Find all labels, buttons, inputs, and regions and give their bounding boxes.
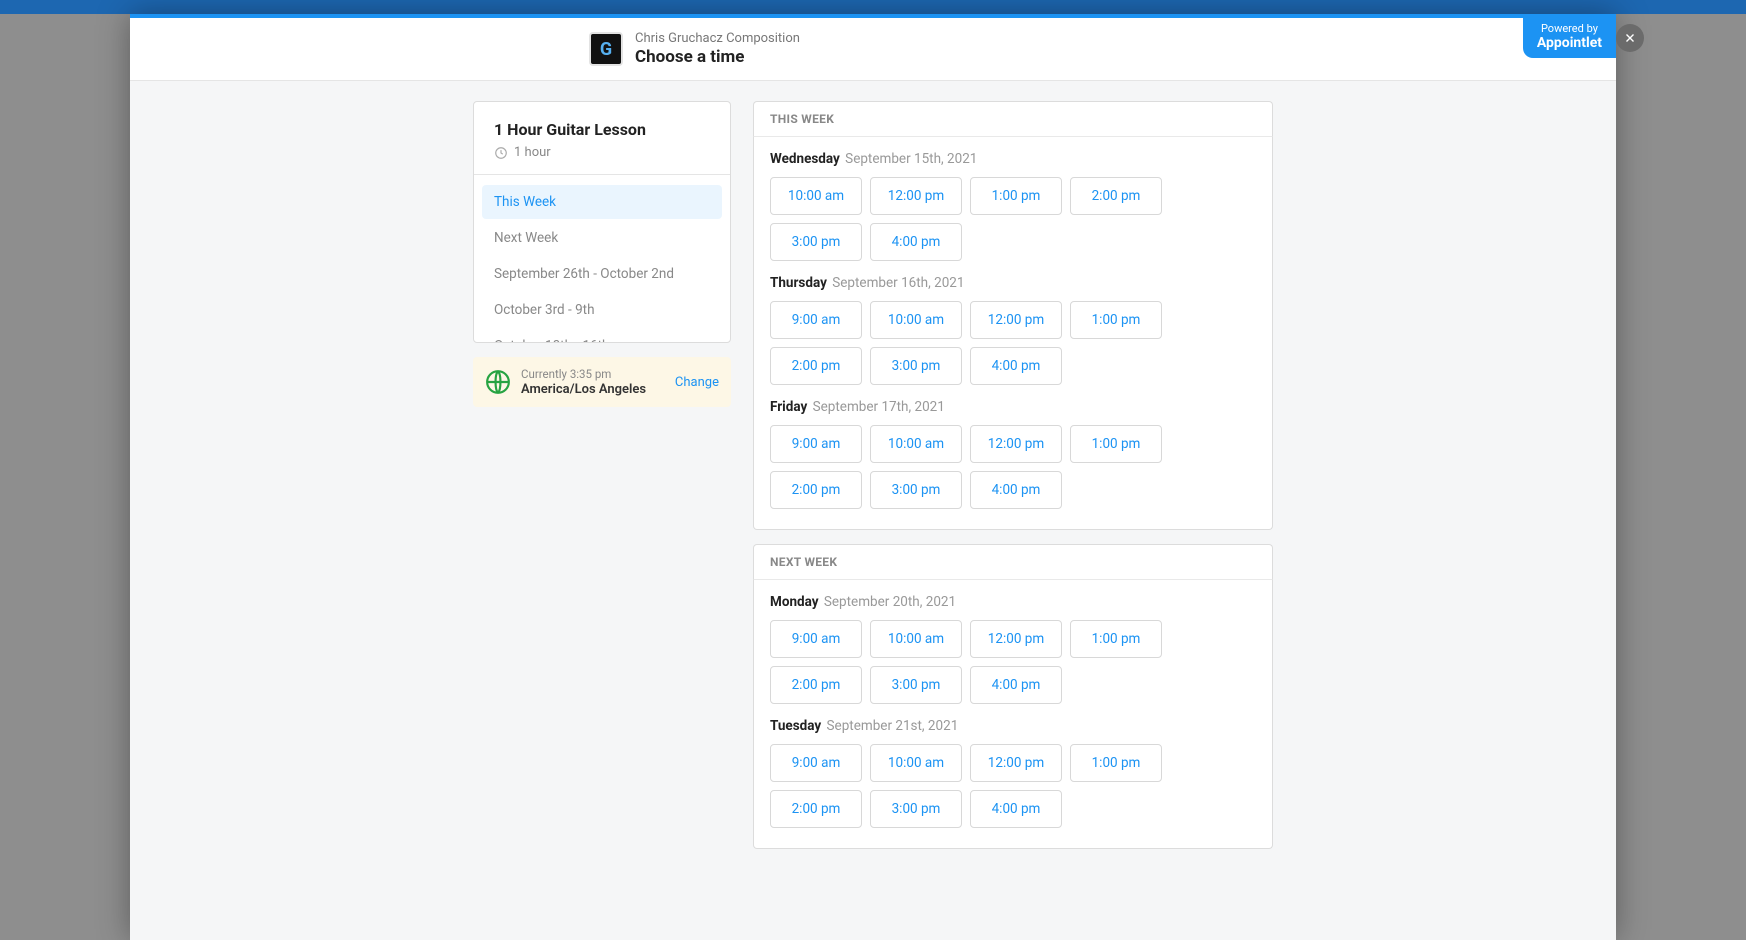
day-label: Tuesday September 21st, 2021 xyxy=(770,718,1256,734)
time-slot-button[interactable]: 10:00 am xyxy=(870,620,962,658)
time-slot-button[interactable]: 1:00 pm xyxy=(970,177,1062,215)
availability-day: Thursday September 16th, 2021 9:00 am10:0… xyxy=(770,275,1256,385)
time-slot-button[interactable]: 12:00 pm xyxy=(970,425,1062,463)
booking-modal: Powered by Appointlet G Chris Gruchacz C… xyxy=(130,14,1616,940)
background-topbar xyxy=(0,0,1746,14)
time-slot-button[interactable]: 2:00 pm xyxy=(770,790,862,828)
time-slot-button[interactable]: 3:00 pm xyxy=(870,790,962,828)
day-date: September 21st, 2021 xyxy=(823,718,958,734)
time-slot-button[interactable]: 1:00 pm xyxy=(1070,301,1162,339)
powered-by-brand: Appointlet xyxy=(1537,35,1602,52)
time-slot-button[interactable]: 10:00 am xyxy=(770,177,862,215)
day-date: September 17th, 2021 xyxy=(809,399,945,415)
time-slot-button[interactable]: 4:00 pm xyxy=(970,471,1062,509)
lesson-duration: 1 hour xyxy=(514,145,551,160)
time-slot-button[interactable]: 2:00 pm xyxy=(1070,177,1162,215)
time-slot-button[interactable]: 2:00 pm xyxy=(770,471,862,509)
timezone-box: Currently 3:35 pm America/Los Angeles Ch… xyxy=(473,357,731,407)
time-slot-button[interactable]: 2:00 pm xyxy=(770,666,862,704)
time-slot-button[interactable]: 4:00 pm xyxy=(970,790,1062,828)
globe-icon xyxy=(485,369,511,395)
week-list[interactable]: This WeekNext WeekSeptember 26th - Octob… xyxy=(474,174,730,342)
time-slot-button[interactable]: 2:00 pm xyxy=(770,347,862,385)
close-button[interactable] xyxy=(1616,24,1644,52)
time-slot-button[interactable]: 9:00 am xyxy=(770,301,862,339)
time-slot-button[interactable]: 9:00 am xyxy=(770,744,862,782)
availability-day: Monday September 20th, 2021 9:00 am10:00 … xyxy=(770,594,1256,704)
day-of-week: Tuesday xyxy=(770,718,821,734)
day-of-week: Thursday xyxy=(770,275,827,291)
day-date: September 16th, 2021 xyxy=(829,275,965,291)
time-slot-button[interactable]: 1:00 pm xyxy=(1070,425,1162,463)
time-slots: 9:00 am10:00 am12:00 pm1:00 pm 2:00 pm3:0… xyxy=(770,744,1256,828)
time-slot-button[interactable]: 4:00 pm xyxy=(970,347,1062,385)
section-body: Monday September 20th, 20219:00 am10:00 … xyxy=(753,579,1273,849)
close-icon xyxy=(1623,31,1637,45)
availability-day: Wednesday September 15th, 2021 10:00 am12… xyxy=(770,151,1256,261)
availability-section: THIS WEEK Wednesday September 15th, 2021 1… xyxy=(753,101,1273,530)
section-header: THIS WEEK xyxy=(753,101,1273,136)
modal-header: G Chris Gruchacz Composition Choose a ti… xyxy=(130,18,1616,81)
day-of-week: Monday xyxy=(770,594,819,610)
week-item[interactable]: October 10th - 16th xyxy=(482,329,722,342)
org-name: Chris Gruchacz Composition xyxy=(635,31,800,46)
clock-icon xyxy=(494,146,508,160)
time-slot-button[interactable]: 3:00 pm xyxy=(870,347,962,385)
day-date: September 15th, 2021 xyxy=(842,151,978,167)
main-scroll-area[interactable]: 1 Hour Guitar Lesson 1 hour This WeekNex… xyxy=(130,81,1616,940)
time-slot-button[interactable]: 10:00 am xyxy=(870,425,962,463)
section-body: Wednesday September 15th, 202110:00 am12… xyxy=(753,136,1273,530)
section-header: NEXT WEEK xyxy=(753,544,1273,579)
page-title: Choose a time xyxy=(635,47,800,67)
day-label: Friday September 17th, 2021 xyxy=(770,399,1256,415)
change-timezone-button[interactable]: Change xyxy=(675,375,719,390)
powered-by-prefix: Powered by xyxy=(1537,22,1602,35)
day-label: Monday September 20th, 2021 xyxy=(770,594,1256,610)
org-logo-letter: G xyxy=(600,39,612,60)
time-slot-button[interactable]: 12:00 pm xyxy=(970,620,1062,658)
time-slots: 9:00 am10:00 am12:00 pm1:00 pm 2:00 pm3:0… xyxy=(770,301,1256,385)
time-slot-button[interactable]: 1:00 pm xyxy=(1070,620,1162,658)
week-item[interactable]: This Week xyxy=(482,185,722,219)
day-label: Wednesday September 15th, 2021 xyxy=(770,151,1256,167)
time-slot-button[interactable]: 1:00 pm xyxy=(1070,744,1162,782)
availability-day: Friday September 17th, 2021 9:00 am10:00 … xyxy=(770,399,1256,509)
timezone-name: America/Los Angeles xyxy=(521,382,665,397)
availability-section: NEXT WEEK Monday September 20th, 2021 9:00… xyxy=(753,544,1273,849)
time-slot-button[interactable]: 10:00 am xyxy=(870,744,962,782)
time-slots: 9:00 am10:00 am12:00 pm1:00 pm 2:00 pm3:0… xyxy=(770,425,1256,509)
time-slot-button[interactable]: 12:00 pm xyxy=(970,744,1062,782)
day-date: September 20th, 2021 xyxy=(821,594,957,610)
week-item[interactable]: September 26th - October 2nd xyxy=(482,257,722,291)
availability-main: THIS WEEK Wednesday September 15th, 2021 1… xyxy=(753,101,1273,863)
time-slot-button[interactable]: 9:00 am xyxy=(770,620,862,658)
week-item[interactable]: October 3rd - 9th xyxy=(482,293,722,327)
week-item[interactable]: Next Week xyxy=(482,221,722,255)
time-slots: 9:00 am10:00 am12:00 pm1:00 pm 2:00 pm3:0… xyxy=(770,620,1256,704)
time-slot-button[interactable]: 3:00 pm xyxy=(770,223,862,261)
day-of-week: Wednesday xyxy=(770,151,840,167)
time-slot-button[interactable]: 3:00 pm xyxy=(870,471,962,509)
time-slot-button[interactable]: 12:00 pm xyxy=(870,177,962,215)
time-slot-button[interactable]: 4:00 pm xyxy=(870,223,962,261)
lesson-card: 1 Hour Guitar Lesson 1 hour This WeekNex… xyxy=(473,101,731,343)
timezone-current-time: Currently 3:35 pm xyxy=(521,367,665,381)
lesson-title: 1 Hour Guitar Lesson xyxy=(494,120,710,139)
time-slot-button[interactable]: 10:00 am xyxy=(870,301,962,339)
org-logo: G xyxy=(589,32,623,66)
availability-day: Tuesday September 21st, 2021 9:00 am10:00… xyxy=(770,718,1256,828)
time-slot-button[interactable]: 3:00 pm xyxy=(870,666,962,704)
time-slot-button[interactable]: 9:00 am xyxy=(770,425,862,463)
time-slots: 10:00 am12:00 pm1:00 pm2:00 pm 3:00 pm4:0… xyxy=(770,177,1256,261)
time-slot-button[interactable]: 4:00 pm xyxy=(970,666,1062,704)
day-label: Thursday September 16th, 2021 xyxy=(770,275,1256,291)
day-of-week: Friday xyxy=(770,399,807,415)
time-slot-button[interactable]: 12:00 pm xyxy=(970,301,1062,339)
powered-by-badge[interactable]: Powered by Appointlet xyxy=(1523,18,1616,58)
